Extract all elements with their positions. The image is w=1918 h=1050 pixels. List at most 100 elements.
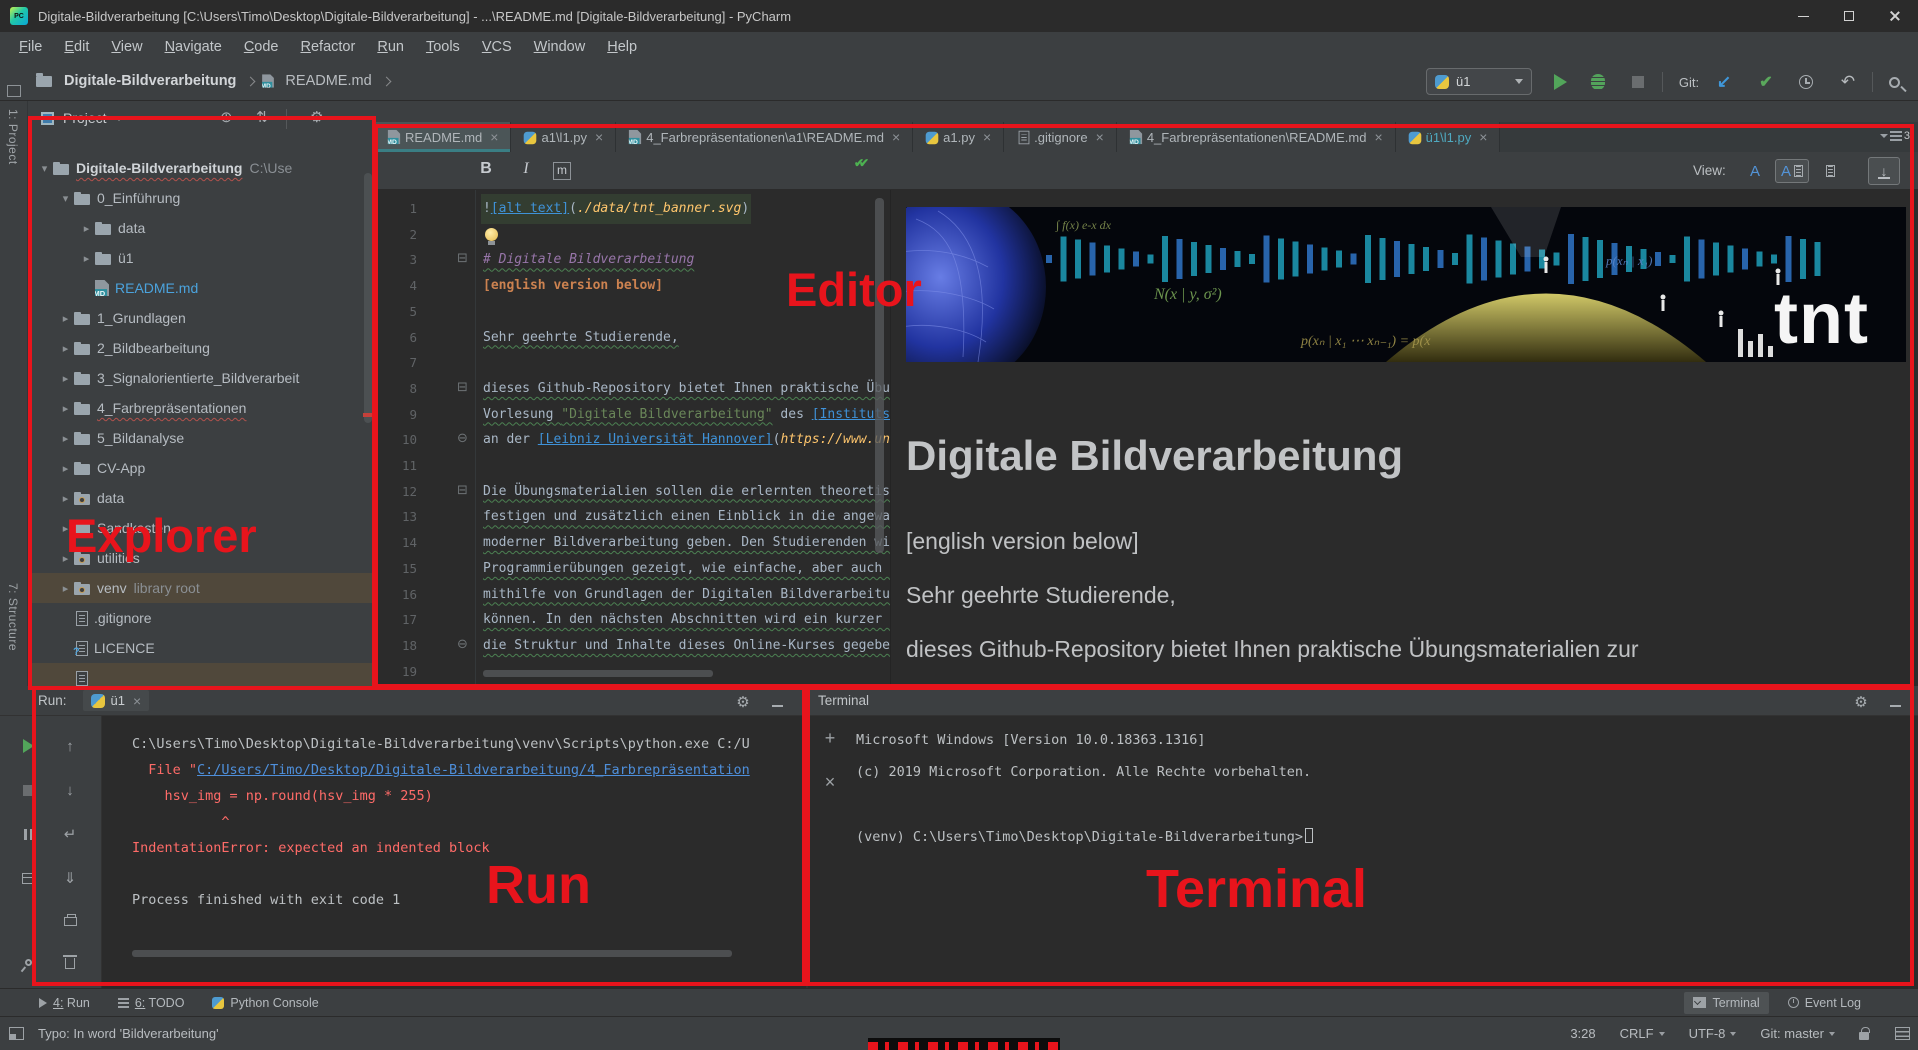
tree-arrow-right-icon[interactable]: ▸ bbox=[78, 252, 95, 265]
pause-button[interactable] bbox=[18, 824, 38, 844]
menu-item-vcs[interactable]: VCS bbox=[471, 39, 523, 55]
tree-arrow-down-icon[interactable]: ▾ bbox=[36, 162, 53, 175]
tree-arrow-right-icon[interactable]: ▸ bbox=[57, 582, 74, 595]
view-preview-only-button[interactable] bbox=[1818, 159, 1842, 183]
tab-close-icon[interactable]: × bbox=[983, 132, 991, 142]
run-configuration-select[interactable]: ü1 bbox=[1426, 68, 1532, 95]
breadcrumb-project[interactable]: Digitale-Bildverarbeitung bbox=[64, 73, 236, 89]
git-branch-select[interactable]: Git: master bbox=[1760, 1026, 1835, 1041]
tree-item[interactable]: .gitignore bbox=[28, 603, 375, 633]
stop-button[interactable] bbox=[18, 780, 38, 800]
close-session-button[interactable]: × bbox=[818, 772, 842, 793]
close-icon[interactable]: × bbox=[133, 696, 141, 706]
menu-item-help[interactable]: Help bbox=[596, 39, 648, 55]
run-horizontal-scrollbar[interactable] bbox=[132, 950, 732, 957]
toolwindow-python-console-button[interactable]: Python Console bbox=[203, 992, 327, 1014]
fold-region-icon[interactable]: ⊟ bbox=[457, 483, 468, 498]
hide-panel-button[interactable] bbox=[766, 691, 788, 713]
bold-button[interactable]: B bbox=[475, 160, 497, 178]
menu-item-run[interactable]: Run bbox=[366, 39, 415, 55]
git-update-button[interactable]: ↙ bbox=[1712, 70, 1736, 94]
tree-arrow-right-icon[interactable]: ▸ bbox=[57, 522, 74, 535]
run-tab[interactable]: ü1 × bbox=[83, 690, 150, 711]
tree-item[interactable]: ▸Sandkasten bbox=[28, 513, 375, 543]
stripe-structure-button[interactable]: 7: Structure bbox=[6, 583, 20, 651]
tree-item[interactable]: ▸data bbox=[28, 483, 375, 513]
tree-arrow-right-icon[interactable]: ▸ bbox=[57, 402, 74, 415]
view-editor-only-button[interactable]: A bbox=[1743, 159, 1767, 183]
menu-item-code[interactable]: Code bbox=[233, 39, 290, 55]
console-segment[interactable]: C:/Users/Timo/Desktop/Digitale-Bildverar… bbox=[197, 762, 750, 778]
menu-item-refactor[interactable]: Refactor bbox=[290, 39, 367, 55]
code-button[interactable]: m bbox=[553, 162, 571, 180]
editor-pane[interactable]: 1![alt text](./data/tnt_banner.svg)23⊟# … bbox=[375, 190, 890, 686]
pin-tab-button[interactable] bbox=[18, 952, 38, 972]
editor-horizontal-scrollbar[interactable] bbox=[483, 670, 713, 677]
project-panel-title[interactable]: Project bbox=[63, 110, 107, 126]
down-stacktrace-button[interactable]: ↓ bbox=[60, 780, 80, 800]
editor-tab[interactable]: MD4_Farbrepräsentationen\README.md× bbox=[1117, 122, 1396, 152]
locate-file-icon[interactable]: ⊕ bbox=[220, 109, 233, 127]
tree-arrow-down-icon[interactable]: ▾ bbox=[57, 192, 74, 205]
tab-close-icon[interactable]: × bbox=[1374, 132, 1382, 142]
hidden-tabs-button[interactable]: 3 bbox=[1880, 130, 1910, 142]
tree-item[interactable]: ▸CV-App bbox=[28, 453, 375, 483]
minimize-button[interactable] bbox=[1780, 0, 1826, 32]
editor-tab[interactable]: MD4_Farbrepräsentationen\a1\README.md× bbox=[616, 122, 913, 152]
toolwindow-terminal-button[interactable]: Terminal bbox=[1684, 992, 1768, 1014]
fold-circle-icon[interactable]: ⊖ bbox=[457, 637, 468, 652]
breadcrumb-file[interactable]: README.md bbox=[285, 73, 371, 89]
tree-item[interactable]: MDREADME.md bbox=[28, 273, 375, 303]
menu-item-file[interactable]: File bbox=[8, 39, 53, 55]
tree-arrow-right-icon[interactable]: ▸ bbox=[57, 372, 74, 385]
up-stacktrace-button[interactable]: ↑ bbox=[60, 736, 80, 756]
stop-button[interactable] bbox=[1626, 70, 1650, 94]
tree-item[interactable]: ▸venvlibrary root bbox=[28, 573, 375, 603]
tab-close-icon[interactable]: × bbox=[892, 132, 900, 142]
tab-close-icon[interactable]: × bbox=[490, 132, 498, 142]
git-commit-button[interactable]: ✔ bbox=[1754, 70, 1778, 94]
tree-item[interactable]: ▸ü1 bbox=[28, 243, 375, 273]
run-button[interactable] bbox=[1548, 70, 1572, 94]
encoding-select[interactable]: UTF-8 bbox=[1689, 1026, 1737, 1041]
tab-close-icon[interactable]: × bbox=[1479, 132, 1487, 142]
rerun-button[interactable] bbox=[18, 736, 38, 756]
tree-item[interactable] bbox=[28, 663, 375, 686]
editor-tab[interactable]: .gitignore× bbox=[1004, 122, 1117, 152]
toolwindow-toggle-icon[interactable] bbox=[9, 1027, 24, 1040]
inspections-ok-icon[interactable]: ✔✔ bbox=[854, 156, 864, 170]
menu-item-navigate[interactable]: Navigate bbox=[154, 39, 233, 55]
menu-item-tools[interactable]: Tools bbox=[415, 39, 471, 55]
project-scrollbar[interactable] bbox=[364, 173, 372, 423]
maximize-button[interactable] bbox=[1826, 0, 1872, 32]
tree-arrow-right-icon[interactable]: ▸ bbox=[57, 342, 74, 355]
cursor-position[interactable]: 3:28 bbox=[1570, 1026, 1595, 1041]
fold-region-icon[interactable]: ⊟ bbox=[457, 251, 468, 266]
editor-tab[interactable]: MDREADME.md× bbox=[375, 122, 511, 152]
toolwindow-run-button[interactable]: 4: Run bbox=[30, 992, 99, 1014]
toolwindow-eventlog-button[interactable]: Event Log bbox=[1779, 992, 1870, 1014]
restore-layout-button[interactable] bbox=[18, 868, 38, 888]
new-session-button[interactable]: + bbox=[818, 728, 842, 749]
print-button[interactable] bbox=[60, 910, 80, 930]
scroll-to-end-button[interactable]: ⇓ bbox=[60, 868, 80, 888]
menu-item-edit[interactable]: Edit bbox=[53, 39, 100, 55]
editor-tab[interactable]: ü1\l1.py× bbox=[1396, 122, 1501, 152]
tree-item[interactable]: ▸5_Bildanalyse bbox=[28, 423, 375, 453]
menu-item-view[interactable]: View bbox=[100, 39, 153, 55]
editor-tab[interactable]: a1\l1.py× bbox=[511, 122, 616, 152]
tree-item[interactable]: ▾Digitale-BildverarbeitungC:\Use bbox=[28, 153, 375, 183]
tree-item[interactable]: ▾0_Einführung bbox=[28, 183, 375, 213]
tree-arrow-right-icon[interactable]: ▸ bbox=[57, 432, 74, 445]
tree-item[interactable]: ▸1_Grundlagen bbox=[28, 303, 375, 333]
line-ending-select[interactable]: CRLF bbox=[1620, 1026, 1665, 1041]
debug-button[interactable] bbox=[1586, 70, 1610, 94]
tree-arrow-right-icon[interactable]: ▸ bbox=[57, 312, 74, 325]
tab-close-icon[interactable]: × bbox=[1096, 132, 1104, 142]
tab-close-icon[interactable]: × bbox=[595, 132, 603, 142]
history-button[interactable] bbox=[1794, 70, 1818, 94]
toolwindow-todo-button[interactable]: 6: TODO bbox=[109, 992, 194, 1014]
gear-icon[interactable]: ⚙ bbox=[310, 109, 323, 127]
tree-arrow-right-icon[interactable]: ▸ bbox=[57, 492, 74, 505]
clear-console-button[interactable] bbox=[60, 952, 80, 972]
